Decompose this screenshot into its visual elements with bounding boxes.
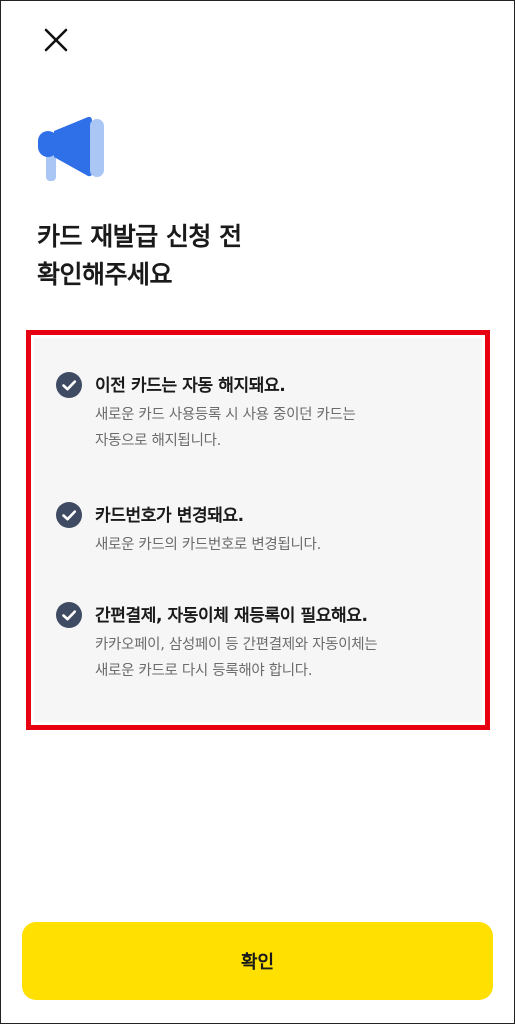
page-title: 카드 재발급 신청 전 확인해주세요 [37,218,242,294]
notice-description: 카카오페이, 삼성페이 등 간편결제와 자동이체는 새로운 카드로 다시 등록해… [95,632,475,684]
check-circle-icon [56,372,82,398]
notice-description-line: 새로운 카드의 카드번호로 변경됩니다. [95,537,321,553]
notice-description-line: 자동으로 해지됩니다. [95,433,221,449]
megaphone-icon [36,115,108,183]
page-title-line1: 카드 재발급 신청 전 [37,222,242,251]
page-title-line2: 확인해주세요 [37,260,173,289]
notice-description-line: 카카오페이, 삼성페이 등 간편결제와 자동이체는 [95,637,378,653]
check-circle-icon [56,602,82,628]
notice-title: 이전 카드는 자동 해지돼요. [95,376,286,396]
notice-description-line: 새로운 카드로 다시 등록해야 합니다. [95,663,313,679]
notice-title: 카드번호가 변경돼요. [95,506,244,526]
notice-description-line: 새로운 카드 사용등록 시 사용 중이던 카드는 [95,407,356,423]
close-button[interactable] [38,22,74,58]
notice-title: 간편결제, 자동이체 재등록이 필요해요. [95,606,368,626]
confirm-button[interactable]: 확인 [22,922,493,1000]
notice-description: 새로운 카드의 카드번호로 변경됩니다. [95,532,475,558]
check-circle-icon [56,502,82,528]
close-icon [44,28,68,52]
notice-description: 새로운 카드 사용등록 시 사용 중이던 카드는 자동으로 해지됩니다. [95,402,475,454]
